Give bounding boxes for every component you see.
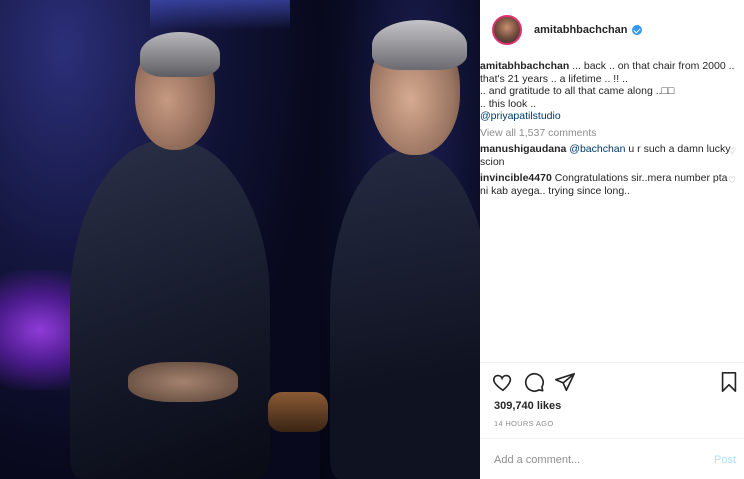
- comment-mention[interactable]: @bachchan: [569, 143, 625, 155]
- bookmark-icon[interactable]: [718, 371, 740, 393]
- caption-text: ... back .. on that chair from 2000 ..: [572, 60, 735, 72]
- action-bar: [492, 371, 740, 395]
- post-header: amitabhbachchan: [480, 0, 744, 60]
- person-right-suit: [330, 150, 480, 479]
- divider: [480, 362, 744, 363]
- add-comment-input[interactable]: Add a comment...: [494, 454, 580, 466]
- comment-username[interactable]: manushigaudana: [480, 143, 566, 155]
- verified-badge-icon: [631, 25, 642, 35]
- post-sidebar: amitabhbachchan amitabhbachchan ... back…: [480, 0, 744, 479]
- caption-line: .. this look ..: [480, 97, 537, 110]
- divider: [480, 438, 744, 439]
- comment-item: invincible4470 Congratulations sir..mera…: [480, 172, 737, 197]
- like-heart-icon[interactable]: [492, 371, 514, 393]
- caption-username[interactable]: amitabhbachchan: [480, 60, 569, 72]
- header-username[interactable]: amitabhbachchan: [534, 24, 628, 36]
- person-right-hair: [372, 20, 467, 70]
- avatar[interactable]: [492, 15, 522, 45]
- stage-light: [150, 0, 290, 30]
- person-left-hand: [128, 362, 238, 402]
- comment-icon[interactable]: [523, 371, 545, 393]
- caption-block: amitabhbachchan ... back .. on that chai…: [480, 60, 744, 197]
- caption-line: amitabhbachchan ... back .. on that chai…: [480, 60, 744, 73]
- caption-line: .. and gratitude to all that came along …: [480, 85, 675, 97]
- comment-like-heart-icon[interactable]: ♡: [728, 174, 737, 185]
- caption-mention-link[interactable]: @priyapatilstudio: [480, 110, 744, 123]
- chair-armrest: [268, 392, 328, 432]
- post-timestamp[interactable]: 14 HOURS AGO: [494, 419, 553, 428]
- caption-line: that's 21 years .. a lifetime .. !! ..: [480, 72, 628, 85]
- comment-item: manushigaudana @bachchan u r such a damn…: [480, 143, 737, 168]
- likes-count[interactable]: 309,740 likes: [494, 400, 561, 412]
- comment-like-heart-icon[interactable]: ♡: [728, 145, 737, 156]
- share-icon[interactable]: [554, 371, 576, 393]
- view-all-comments-link[interactable]: View all 1,537 comments: [480, 127, 744, 140]
- comment-username[interactable]: invincible4470: [480, 172, 552, 184]
- person-left-hair: [140, 32, 220, 77]
- person-left-suit: [70, 140, 270, 479]
- post-comment-button[interactable]: Post: [714, 454, 736, 466]
- post-photo[interactable]: [0, 0, 480, 479]
